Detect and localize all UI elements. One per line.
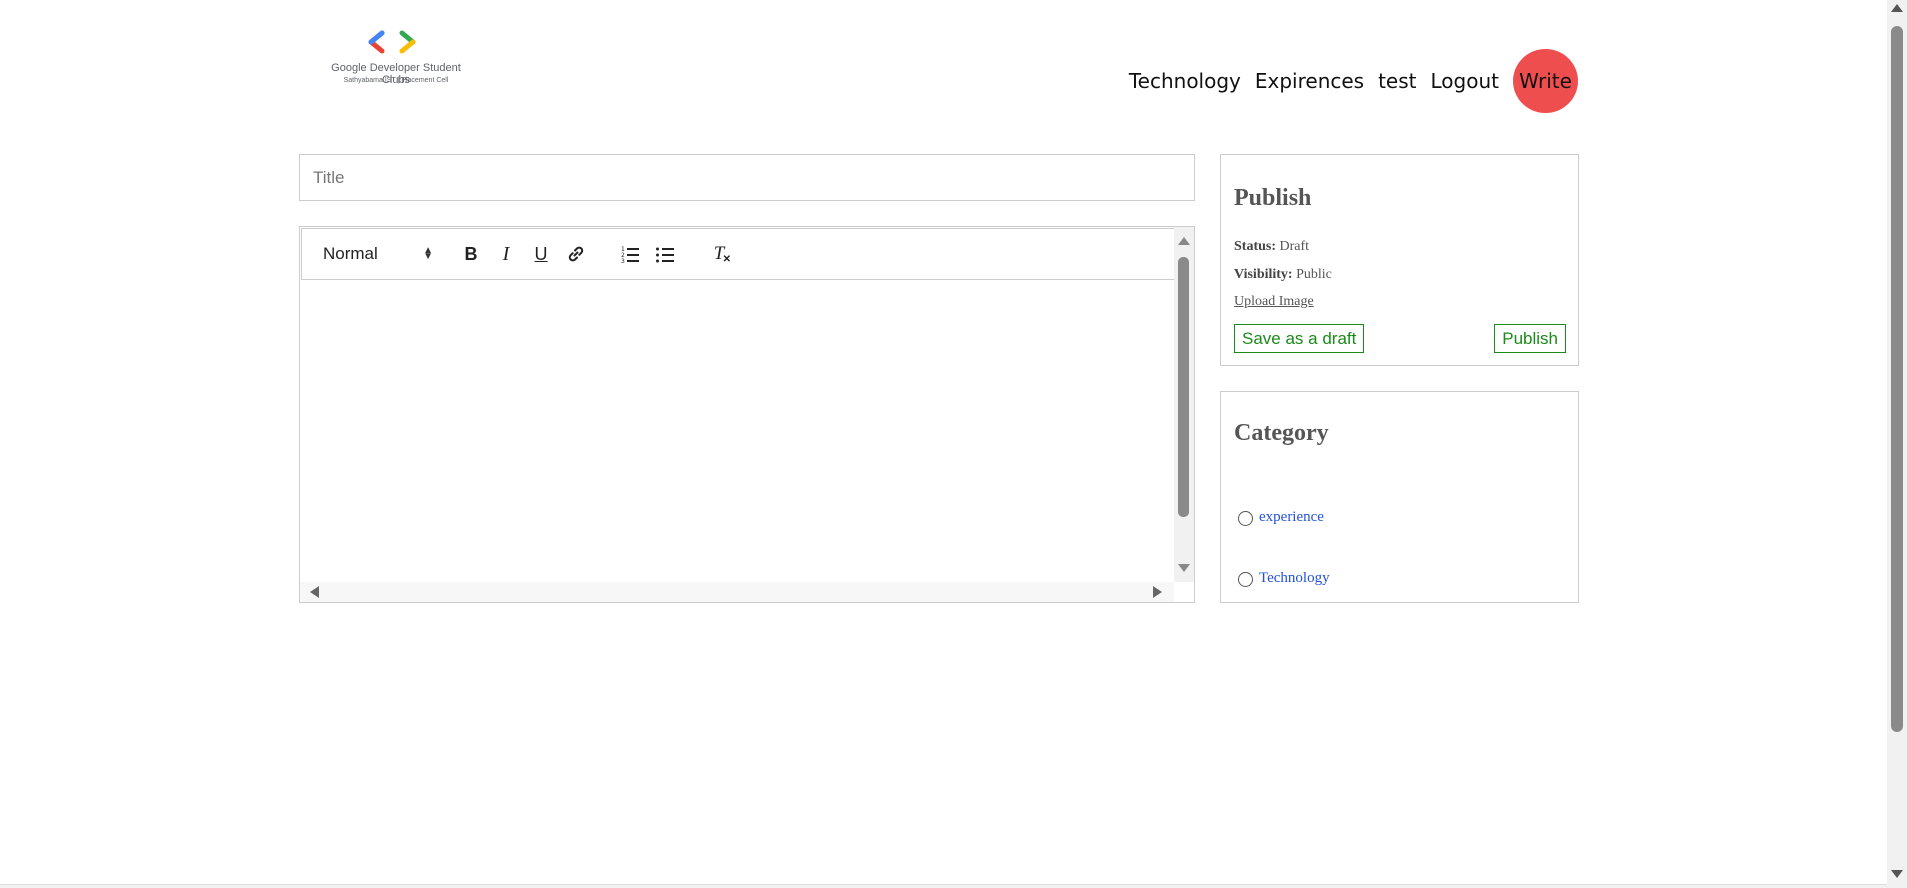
scroll-thumb[interactable]: [1178, 257, 1189, 517]
visibility-row: Visibility: Public: [1234, 267, 1332, 283]
clear-format-button[interactable]: T ✕: [705, 240, 733, 268]
link-button[interactable]: [562, 240, 590, 268]
category-option-technology[interactable]: Technology: [1238, 569, 1330, 587]
page-vertical-scrollbar[interactable]: [1887, 0, 1907, 888]
underline-button[interactable]: U: [527, 240, 555, 268]
scroll-down-icon[interactable]: [1178, 564, 1190, 572]
publish-button[interactable]: Publish: [1494, 324, 1566, 353]
nav-experiences[interactable]: Expirences: [1255, 69, 1364, 93]
logo[interactable]: Google Developer Student Clubs Sathyabam…: [316, 30, 476, 90]
logo-subtitle: Sathyabama IST | Placement Cell: [343, 77, 449, 84]
category-label-technology[interactable]: Technology: [1259, 570, 1330, 587]
publish-heading: Publish: [1234, 185, 1312, 211]
top-nav: Technology Expirences test Logout Write: [1129, 49, 1578, 113]
format-select[interactable]: Normal ▲ ▼: [323, 244, 433, 264]
select-arrows-icon: ▲ ▼: [423, 245, 433, 262]
underline-icon: U: [534, 243, 548, 264]
upload-image-link[interactable]: Upload Image: [1234, 294, 1314, 310]
visibility-label: Visibility:: [1234, 267, 1293, 282]
scroll-left-icon[interactable]: [310, 586, 319, 598]
status-value: Draft: [1279, 239, 1310, 254]
category-option-experience[interactable]: experience: [1238, 508, 1324, 526]
bold-icon: B: [464, 243, 478, 264]
scroll-up-icon[interactable]: [1178, 237, 1190, 245]
nav-logout[interactable]: Logout: [1431, 69, 1499, 93]
editor-horizontal-scrollbar[interactable]: [300, 582, 1174, 602]
radio-technology[interactable]: [1238, 572, 1253, 587]
category-label-experience[interactable]: experience: [1259, 509, 1324, 526]
page-scroll-down-icon[interactable]: [1891, 870, 1903, 878]
page-horizontal-scrollbar[interactable]: [0, 884, 1887, 888]
gdsc-logo-icon: [368, 30, 416, 54]
page-scroll-thumb[interactable]: [1891, 26, 1903, 732]
ordered-list-icon: 1 2 3: [621, 246, 639, 264]
svg-text:3: 3: [621, 258, 625, 264]
link-icon: [568, 246, 584, 262]
clear-x-icon: ✕: [722, 254, 731, 265]
nav-user-test[interactable]: test: [1378, 69, 1416, 93]
editor-content-area[interactable]: [301, 280, 1175, 580]
nav-technology[interactable]: Technology: [1129, 69, 1241, 93]
visibility-value: Public: [1296, 267, 1332, 282]
bullet-list-icon: [656, 247, 674, 263]
italic-icon: I: [502, 242, 510, 265]
format-select-value: Normal: [323, 244, 378, 263]
ordered-list-button[interactable]: 1 2 3: [616, 240, 644, 268]
title-input[interactable]: [299, 154, 1195, 201]
status-row: Status: Draft: [1234, 239, 1309, 255]
status-label: Status:: [1234, 239, 1277, 254]
editor-vertical-scrollbar[interactable]: [1174, 227, 1194, 582]
scroll-right-icon[interactable]: [1153, 586, 1162, 598]
bullet-list-button[interactable]: [651, 240, 679, 268]
editor-toolbar: Normal ▲ ▼ B I U 1 2 3 T ✕: [301, 228, 1175, 280]
italic-button[interactable]: I: [492, 240, 520, 268]
page-scroll-up-icon[interactable]: [1891, 4, 1903, 12]
radio-experience[interactable]: [1238, 511, 1253, 526]
category-panel: Category experience Technology: [1220, 391, 1579, 603]
bold-button[interactable]: B: [457, 240, 485, 268]
write-button[interactable]: Write: [1513, 49, 1578, 113]
category-heading: Category: [1234, 420, 1329, 446]
rich-text-editor: Normal ▲ ▼ B I U 1 2 3 T ✕: [299, 226, 1195, 603]
save-draft-button[interactable]: Save as a draft: [1234, 324, 1365, 353]
publish-panel: Publish Status: Draft Visibility: Public…: [1220, 154, 1579, 366]
